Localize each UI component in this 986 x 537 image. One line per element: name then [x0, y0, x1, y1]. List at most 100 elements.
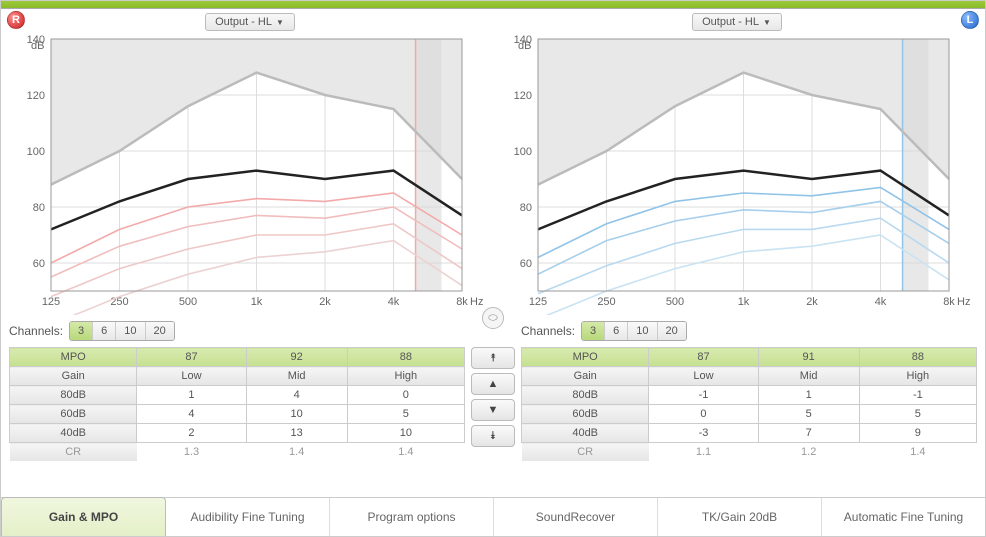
tab-audibility-fine-tuning[interactable]: Audibility Fine Tuning [166, 498, 330, 536]
cr-cell: 1.2 [758, 443, 859, 462]
channel-btn-10[interactable]: 10 [628, 322, 657, 340]
svg-text:2k: 2k [319, 296, 331, 308]
channel-btn-3[interactable]: 3 [582, 322, 605, 340]
row-header: 40dB [10, 424, 137, 443]
svg-text:120: 120 [27, 90, 45, 102]
tab-program-options[interactable]: Program options [330, 498, 494, 536]
cr-cell: 1.4 [859, 443, 976, 462]
tab-soundrecover[interactable]: SoundRecover [494, 498, 658, 536]
svg-text:100: 100 [27, 146, 45, 158]
gain-cell[interactable]: 9 [859, 424, 976, 443]
cr-label: CR [522, 443, 649, 462]
output-select-left[interactable]: Output - HL [692, 13, 782, 31]
svg-text:500: 500 [179, 296, 197, 308]
tab-tk-gain-20db[interactable]: TK/Gain 20dB [658, 498, 822, 536]
chart-left[interactable]: 14012010080601252505001k2k4k8kdBHz [496, 35, 977, 315]
bottom-tabs: Gain & MPOAudibility Fine TuningProgram … [1, 497, 985, 536]
svg-text:80: 80 [520, 202, 532, 214]
row-header: 80dB [10, 386, 137, 405]
gain-label: Gain [522, 367, 649, 386]
svg-text:250: 250 [597, 296, 615, 308]
gain-cell[interactable]: -3 [649, 424, 758, 443]
gain-cell[interactable]: 13 [246, 424, 347, 443]
svg-text:Hz: Hz [470, 296, 483, 308]
svg-text:250: 250 [110, 296, 128, 308]
svg-text:4k: 4k [875, 296, 887, 308]
channel-btn-20[interactable]: 20 [658, 322, 686, 340]
channel-btn-6[interactable]: 6 [605, 322, 628, 340]
svg-text:dB: dB [31, 40, 44, 52]
gain-label: Gain [10, 367, 137, 386]
gain-cell[interactable]: 5 [758, 405, 859, 424]
gain-cell[interactable]: -1 [649, 386, 758, 405]
gain-cell[interactable]: 5 [347, 405, 464, 424]
svg-text:1k: 1k [251, 296, 263, 308]
output-select-right[interactable]: Output - HL [205, 13, 295, 31]
mpo-cell[interactable]: 88 [859, 348, 976, 367]
col-header: Mid [246, 367, 347, 386]
mpo-cell[interactable]: 87 [649, 348, 758, 367]
tab-automatic-fine-tuning[interactable]: Automatic Fine Tuning [822, 498, 985, 536]
gain-cell[interactable]: 4 [246, 386, 347, 405]
controls-right: Channels: 361020 MPO879288GainLowMidHigh… [9, 321, 465, 461]
mpo-cell[interactable]: 92 [246, 348, 347, 367]
mpo-cell[interactable]: 88 [347, 348, 464, 367]
gain-cell[interactable]: 7 [758, 424, 859, 443]
gain-cell[interactable]: 10 [246, 405, 347, 424]
svg-text:8k: 8k [943, 296, 955, 308]
link-icon[interactable]: ⬭ [482, 307, 504, 329]
gain-cell[interactable]: 10 [347, 424, 464, 443]
svg-text:60: 60 [520, 258, 532, 270]
mpo-cell[interactable]: 87 [137, 348, 246, 367]
col-header: Low [649, 367, 758, 386]
col-header: High [347, 367, 464, 386]
svg-text:dB: dB [518, 40, 531, 52]
small-down-button[interactable]: ▼ [471, 399, 515, 421]
gain-step-buttons: ⯭ ▲ ▼ ⯯ [471, 347, 515, 447]
gain-cell[interactable]: 0 [649, 405, 758, 424]
channel-btn-3[interactable]: 3 [70, 322, 93, 340]
col-header: High [859, 367, 976, 386]
channels-label: Channels: [521, 324, 575, 338]
gain-cell[interactable]: 1 [758, 386, 859, 405]
svg-text:120: 120 [514, 90, 532, 102]
gain-cell[interactable]: 1 [137, 386, 246, 405]
cr-label: CR [10, 443, 137, 462]
chart-right[interactable]: 14012010080601252505001k2k4k8kdBHz [9, 35, 490, 315]
gain-table-left[interactable]: MPO879188GainLowMidHigh80dB-11-160dB0554… [521, 347, 977, 461]
big-up-button[interactable]: ⯭ [471, 347, 515, 369]
row-header: 80dB [522, 386, 649, 405]
svg-text:Hz: Hz [957, 296, 970, 308]
svg-text:100: 100 [514, 146, 532, 158]
cr-cell: 1.4 [246, 443, 347, 462]
channel-btn-6[interactable]: 6 [93, 322, 116, 340]
svg-text:80: 80 [33, 202, 45, 214]
channels-label: Channels: [9, 324, 63, 338]
channels-group-right: 361020 [69, 321, 175, 341]
channel-btn-10[interactable]: 10 [116, 322, 145, 340]
mpo-label: MPO [522, 348, 649, 367]
svg-text:8k: 8k [456, 296, 468, 308]
svg-text:4k: 4k [388, 296, 400, 308]
cr-cell: 1.4 [347, 443, 464, 462]
channels-group-left: 361020 [581, 321, 687, 341]
gain-cell[interactable]: 0 [347, 386, 464, 405]
gain-cell[interactable]: 5 [859, 405, 976, 424]
gain-cell[interactable]: 2 [137, 424, 246, 443]
gain-cell[interactable]: -1 [859, 386, 976, 405]
big-down-button[interactable]: ⯯ [471, 425, 515, 447]
chart-panel-left: Output - HL 14012010080601252505001k2k4k… [496, 13, 977, 315]
tab-gain-mpo[interactable]: Gain & MPO [1, 497, 166, 536]
cr-cell: 1.3 [137, 443, 246, 462]
cr-cell: 1.1 [649, 443, 758, 462]
controls-left: Channels: 361020 MPO879188GainLowMidHigh… [521, 321, 977, 461]
svg-text:125: 125 [529, 296, 547, 308]
gain-table-right[interactable]: MPO879288GainLowMidHigh80dB14060dB410540… [9, 347, 465, 461]
small-up-button[interactable]: ▲ [471, 373, 515, 395]
channel-btn-20[interactable]: 20 [146, 322, 174, 340]
svg-text:1k: 1k [738, 296, 750, 308]
row-header: 40dB [522, 424, 649, 443]
mpo-cell[interactable]: 91 [758, 348, 859, 367]
svg-text:60: 60 [33, 258, 45, 270]
gain-cell[interactable]: 4 [137, 405, 246, 424]
